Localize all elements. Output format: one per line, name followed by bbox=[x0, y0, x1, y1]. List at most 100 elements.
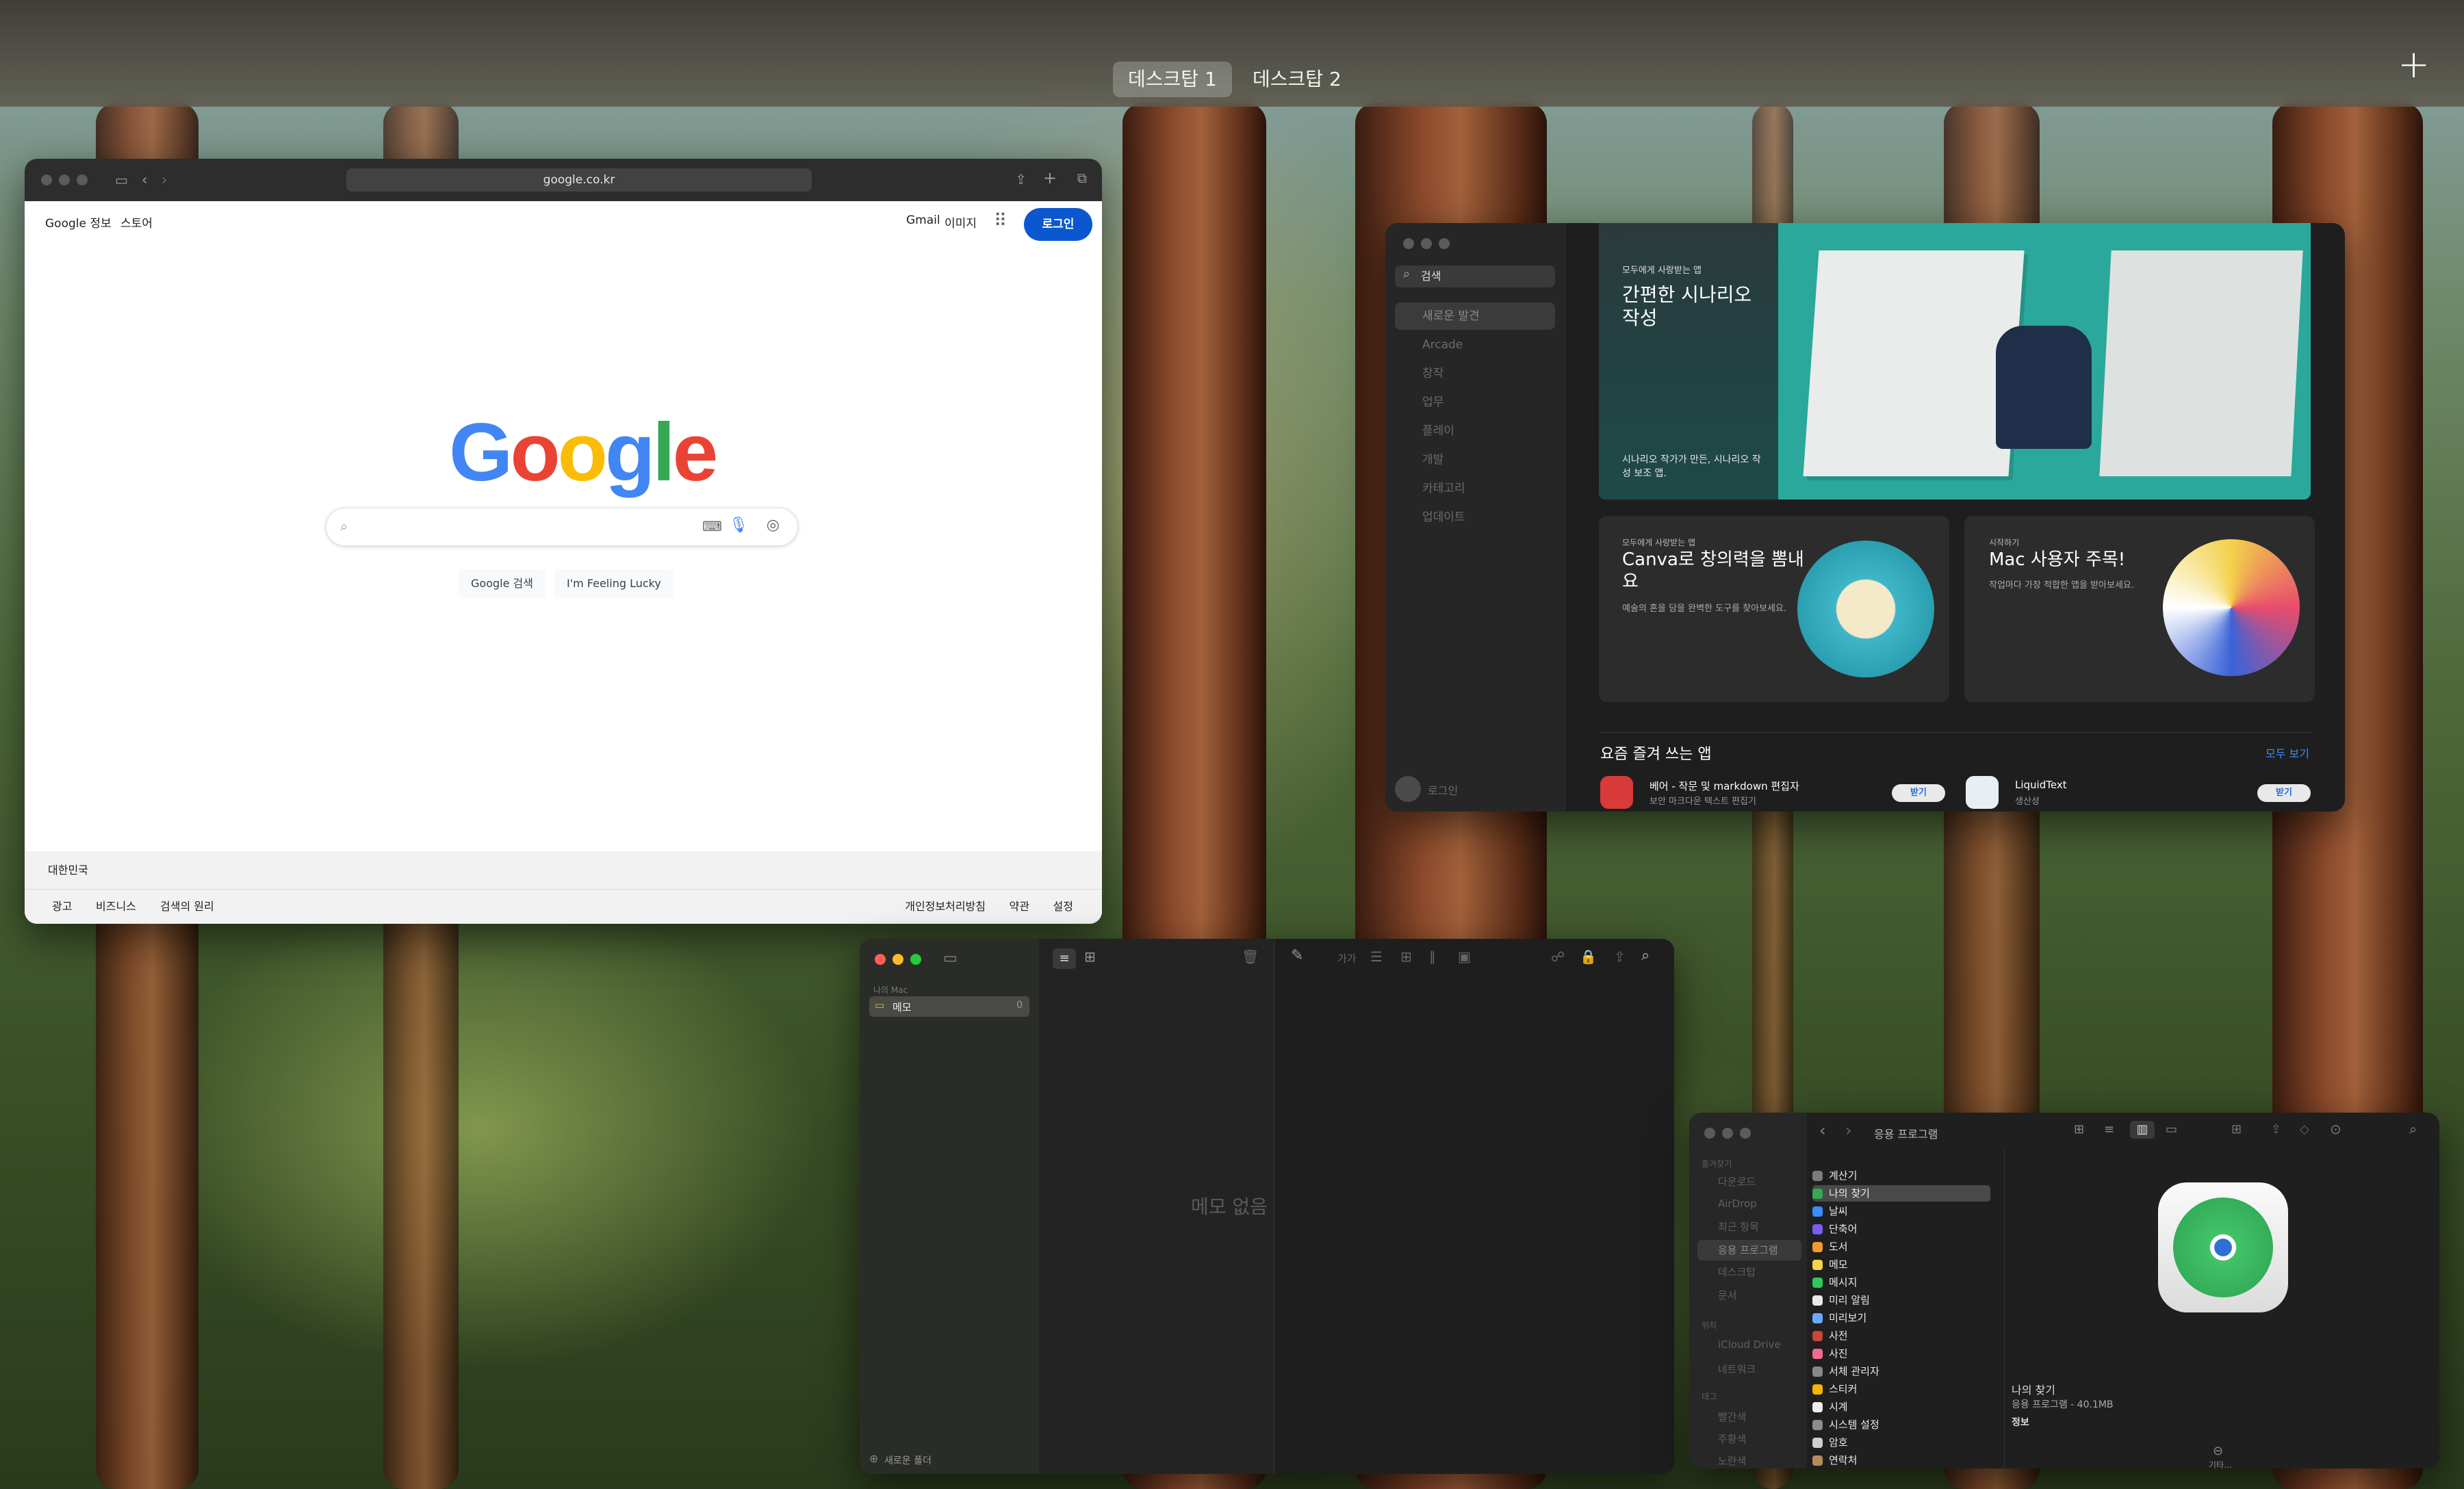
keyboard-icon[interactable]: ⌨ bbox=[702, 518, 722, 534]
back-icon[interactable]: ‹ bbox=[1819, 1121, 1826, 1140]
table-icon[interactable]: ⊞ bbox=[1400, 948, 1412, 965]
sidebar-login[interactable]: 로그인 bbox=[1428, 781, 1458, 798]
group-icon[interactable]: ⊞ bbox=[2231, 1122, 2242, 1137]
list-item[interactable]: 메시지 bbox=[1812, 1274, 1990, 1291]
window-controls[interactable] bbox=[875, 954, 921, 965]
app-row[interactable]: LiquidText 생산성 받기 bbox=[1966, 776, 2315, 812]
window-controls[interactable] bbox=[1403, 238, 1450, 249]
list-view-icon[interactable]: ≡ bbox=[2104, 1122, 2114, 1137]
sidebar-item-updates[interactable]: 업데이트 bbox=[1395, 504, 1555, 531]
icon-view-icon[interactable]: ⊞ bbox=[2074, 1122, 2084, 1137]
sidebar-item-airdrop[interactable]: AirDrop bbox=[1718, 1197, 1757, 1210]
tag-yellow[interactable]: 노란색 bbox=[1718, 1453, 1746, 1468]
compose-icon[interactable]: ✎ bbox=[1291, 947, 1303, 964]
search-icon[interactable]: ⌕ bbox=[1641, 947, 1650, 964]
sidebar-item-categories[interactable]: 카테고리 bbox=[1395, 475, 1555, 502]
share-icon[interactable]: ⇪ bbox=[1614, 948, 1626, 965]
list-item[interactable]: 단축어 bbox=[1812, 1221, 1990, 1237]
notes-window[interactable]: ▭ 나의 Mac ▭ 메모 0 ⊕ 새로운 폴더 ≡ ⊞ 🗑 ✎ 가가 ☰ ⊞ … bbox=[860, 939, 1674, 1474]
get-button[interactable]: 받기 bbox=[2257, 784, 2311, 802]
mac-users-card[interactable]: 시작하기 Mac 사용자 주목! 작업마다 가장 적합한 앱을 받아보세요. bbox=[1964, 516, 2315, 702]
search-icon[interactable]: ⌕ bbox=[2409, 1121, 2417, 1137]
new-tab-icon[interactable]: + bbox=[1043, 168, 1057, 187]
sidebar-item-documents[interactable]: 문서 bbox=[1718, 1288, 1737, 1302]
more-icon[interactable]: ⊖ bbox=[2213, 1444, 2223, 1458]
google-store-link[interactable]: 스토어 bbox=[120, 213, 153, 231]
collaborate-icon[interactable]: ☍ bbox=[1551, 948, 1565, 965]
trash-icon[interactable]: 🗑 bbox=[1242, 948, 1259, 965]
tabs-overview-icon[interactable]: ⧉ bbox=[1077, 170, 1087, 186]
safari-window[interactable]: ▭ ‹ › google.co.kr ⇪ + ⧉ Google 정보 스토어 G… bbox=[25, 159, 1102, 924]
list-item[interactable]: 도서 bbox=[1812, 1239, 1990, 1255]
list-item[interactable]: 시계 bbox=[1812, 1399, 1990, 1415]
footer-how-search-works-link[interactable]: 검색의 원리 bbox=[160, 890, 214, 924]
lens-icon[interactable]: ◎ bbox=[767, 517, 780, 534]
sidebar-item-work[interactable]: 업무 bbox=[1395, 389, 1555, 416]
google-about-link[interactable]: Google 정보 bbox=[45, 213, 112, 231]
gallery-view-icon[interactable]: ⊞ bbox=[1084, 948, 1096, 965]
app-store-search[interactable]: 검색 bbox=[1395, 266, 1555, 287]
tag-orange[interactable]: 주황색 bbox=[1718, 1432, 1746, 1446]
app-store-window[interactable]: 검색 ⌕ 새로운 발견 Arcade 창작 업무 플레이 개발 카테고리 업데이… bbox=[1385, 223, 2345, 812]
sidebar-item-recents[interactable]: 최근 항목 bbox=[1718, 1219, 1759, 1234]
login-button[interactable]: 로그인 bbox=[1024, 208, 1092, 241]
feeling-lucky-button[interactable]: I'm Feeling Lucky bbox=[554, 569, 673, 598]
folder-item-notes[interactable]: ▭ 메모 0 bbox=[869, 996, 1029, 1017]
sidebar-item-play[interactable]: 플레이 bbox=[1395, 417, 1555, 445]
media-icon[interactable]: ▣ bbox=[1458, 948, 1471, 965]
list-item[interactable]: 연락처 bbox=[1812, 1452, 1990, 1468]
list-view-icon[interactable]: ≡ bbox=[1053, 948, 1076, 969]
address-bar[interactable]: google.co.kr bbox=[346, 168, 812, 192]
sidebar-item-discover[interactable]: 새로운 발견 bbox=[1395, 302, 1555, 330]
sidebar-item-icloud[interactable]: iCloud Drive bbox=[1718, 1338, 1781, 1351]
share-icon[interactable]: ⇪ bbox=[2271, 1122, 2281, 1137]
list-item[interactable]: 스티커 bbox=[1812, 1381, 1990, 1397]
app-row[interactable]: 베어 - 작문 및 markdown 편집자 보안 마크다운 텍스트 편집기 받… bbox=[1600, 776, 1949, 812]
new-folder-button[interactable]: 새로운 폴더 bbox=[884, 1453, 932, 1467]
list-item[interactable]: 미리보기 bbox=[1812, 1310, 1990, 1326]
apps-grid-icon[interactable]: ⠿ bbox=[994, 211, 1007, 231]
lock-icon[interactable]: 🔒 bbox=[1580, 948, 1597, 965]
checklist-icon[interactable]: ☰ bbox=[1370, 948, 1383, 965]
window-controls[interactable] bbox=[1704, 1128, 1751, 1139]
sidebar-icon[interactable]: ▭ bbox=[115, 172, 128, 188]
google-search-input[interactable]: ⌕ ⌨ 🎙 ◎ bbox=[326, 508, 798, 546]
column-view-icon[interactable]: ▥ bbox=[2130, 1121, 2155, 1139]
google-search-button[interactable]: Google 검색 bbox=[459, 569, 546, 598]
sidebar-item-downloads[interactable]: 다운로드 bbox=[1718, 1174, 1756, 1189]
gmail-link[interactable]: Gmail bbox=[906, 213, 940, 227]
footer-business-link[interactable]: 비즈니스 bbox=[96, 890, 136, 924]
add-folder-icon[interactable]: ⊕ bbox=[869, 1452, 878, 1465]
footer-terms-link[interactable]: 약관 bbox=[1010, 890, 1029, 924]
window-controls[interactable] bbox=[41, 174, 88, 185]
desktop-1-tab[interactable]: 데스크탑 1 bbox=[1113, 62, 1232, 97]
footer-privacy-link[interactable]: 개인정보처리방침 bbox=[905, 890, 986, 924]
footer-ads-link[interactable]: 광고 bbox=[52, 890, 72, 924]
list-item[interactable]: 날씨 bbox=[1812, 1203, 1990, 1219]
sidebar-item-create[interactable]: 창작 bbox=[1395, 360, 1555, 387]
hero-banner[interactable]: 모두에게 사랑받는 앱 간편한 시나리오 작성 시나리오 작가가 만든, 시나리… bbox=[1599, 223, 2311, 500]
forward-icon[interactable]: › bbox=[162, 172, 168, 189]
footer-settings-link[interactable]: 설정 bbox=[1053, 890, 1073, 924]
images-link[interactable]: 이미지 bbox=[945, 213, 977, 231]
sidebar-toggle-icon[interactable]: ▭ bbox=[943, 950, 958, 967]
list-item[interactable]: 미리 알림 bbox=[1812, 1292, 1990, 1308]
tag-red[interactable]: 빨간색 bbox=[1718, 1410, 1746, 1424]
list-item[interactable]: 암호 bbox=[1812, 1434, 1990, 1451]
format-button[interactable]: 가가 bbox=[1337, 951, 1357, 966]
sidebar-item-develop[interactable]: 개발 bbox=[1395, 446, 1555, 474]
sidebar-item-desktop[interactable]: 데스크탑 bbox=[1718, 1265, 1756, 1279]
gallery-view-icon[interactable]: ▭ bbox=[2166, 1122, 2177, 1137]
more-actions-icon[interactable]: ⊙ bbox=[2330, 1121, 2341, 1137]
microphone-icon[interactable]: 🎙 bbox=[729, 517, 748, 534]
sidebar-item-arcade[interactable]: Arcade bbox=[1395, 331, 1555, 359]
list-item[interactable]: 메모 bbox=[1812, 1256, 1990, 1273]
list-item[interactable]: 계산기 bbox=[1812, 1167, 1990, 1184]
see-all-link[interactable]: 모두 보기 bbox=[2266, 744, 2309, 761]
back-icon[interactable]: ‹ bbox=[142, 172, 148, 189]
sidebar-item-network[interactable]: 네트워크 bbox=[1718, 1362, 1756, 1376]
list-item[interactable]: 사진 bbox=[1812, 1345, 1990, 1362]
desktop-2-tab[interactable]: 데스크탑 2 bbox=[1237, 62, 1357, 97]
list-item[interactable]: 시스템 설정 bbox=[1812, 1416, 1990, 1433]
list-item[interactable]: 서체 관리자 bbox=[1812, 1363, 1990, 1380]
